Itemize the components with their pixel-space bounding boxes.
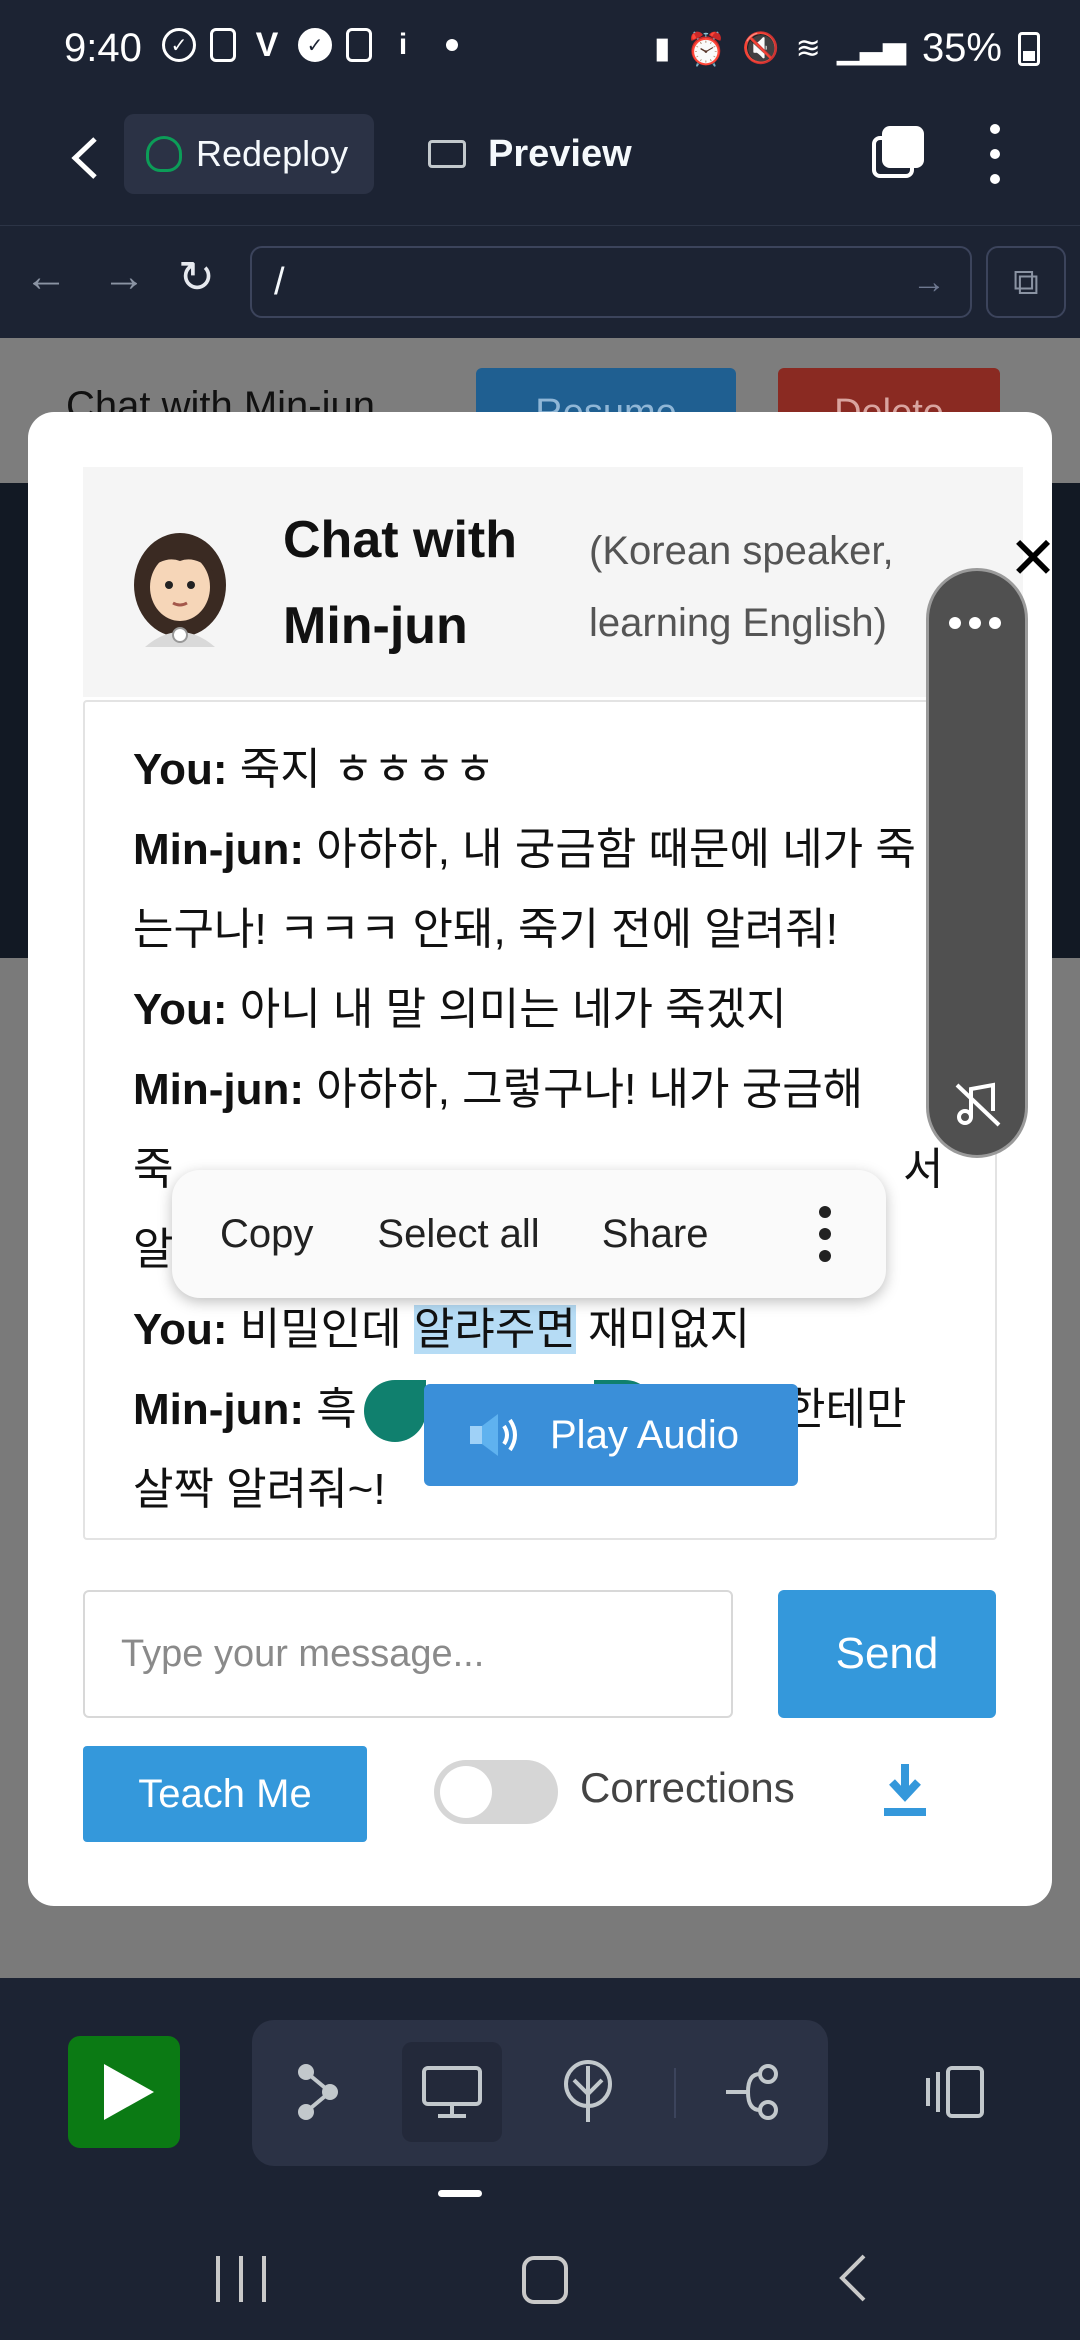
redeploy-label: Redeploy (196, 133, 349, 174)
info-icon: i (398, 28, 408, 61)
preview-tab[interactable]: Preview (428, 114, 632, 194)
back-button[interactable] (54, 128, 114, 188)
chat-message: You: 죽지 ㅎㅎㅎㅎ (133, 745, 495, 794)
play-audio-label: Play Audio (550, 1412, 740, 1457)
run-button[interactable] (68, 2036, 180, 2148)
selection-start-handle[interactable] (364, 1380, 426, 1442)
play-audio-button[interactable]: Play Audio (424, 1384, 798, 1486)
tool-workflow[interactable] (268, 2042, 368, 2142)
deploy-tree-icon (146, 136, 182, 172)
battery-icon (1018, 31, 1040, 66)
deploy-tree-icon (564, 2060, 612, 2122)
selected-text[interactable]: 알랴주면 (413, 1305, 576, 1354)
panel-more-icon[interactable] (949, 617, 1001, 629)
clock: 9:40 (64, 26, 142, 70)
open-external-button[interactable]: ⧉ (986, 246, 1066, 318)
more-options-button[interactable] (980, 124, 1010, 184)
preview-label: Preview (488, 132, 632, 175)
app-bar: Redeploy Preview (0, 100, 1080, 227)
recents-button[interactable] (216, 2256, 266, 2302)
tool-git[interactable] (704, 2042, 804, 2142)
selection-more-button[interactable] (818, 1206, 832, 1262)
workflow-icon (298, 2064, 338, 2120)
send-button[interactable]: Send (778, 1590, 996, 1718)
chevron-left-icon (71, 137, 97, 179)
signal-icon: ▁▃▅ (836, 32, 906, 65)
status-bar: 9:40 ✓ V ✓ i ▮ ⏰ 🔇 ≋ ▁▃▅ 35% (0, 0, 1080, 100)
notification-icons: ✓ V ✓ i (162, 25, 458, 64)
git-branch-icon (726, 2064, 778, 2120)
cup-icon (210, 28, 236, 62)
url-path: / (274, 261, 285, 303)
external-link-icon: ⧉ (1013, 261, 1039, 302)
layout-panels-icon[interactable] (918, 2042, 998, 2142)
audio-off-icon[interactable] (953, 1079, 1003, 1129)
share-button[interactable]: Share (602, 1212, 709, 1257)
nav-forward-arrow-icon[interactable]: → (102, 252, 146, 302)
alarm-icon: ⏰ (686, 30, 727, 67)
verified-icon: ✓ (298, 28, 332, 62)
chat-message: You: 아니 내 말 의미는 네가 죽겠지 (133, 985, 787, 1034)
floating-side-panel[interactable] (926, 568, 1028, 1158)
system-back-button[interactable] (832, 2248, 872, 2308)
redeploy-button[interactable]: Redeploy (124, 114, 374, 194)
teach-me-button[interactable]: Teach Me (83, 1746, 367, 1842)
nav-back-arrow-icon[interactable]: ← (24, 252, 68, 302)
tabs-switcher-button[interactable] (868, 122, 928, 182)
chat-modal: Chat with Min-jun (Korean speaker, learn… (28, 412, 1057, 1906)
chat-message: Min-jun: 아하하, 그렇구나! 내가 궁금해 (133, 1065, 864, 1114)
url-bar: ← → ↻ / → ⧉ (0, 226, 1080, 338)
text-selection-toolbar: Copy Select all Share (172, 1170, 886, 1298)
battery-saver-icon: ▮ (653, 32, 671, 65)
v-icon: V (255, 25, 279, 64)
go-arrow-icon[interactable]: → (912, 248, 946, 316)
chat-message: You: 비밀인데 알랴주면 재미없지 (133, 1305, 750, 1354)
chat-title: Chat with Min-jun (283, 511, 517, 655)
mute-icon: 🔇 (742, 32, 780, 65)
chat-header: Chat with Min-jun (Korean speaker, learn… (83, 467, 1057, 697)
chat-subtitle: (Korean speaker, learning English) (589, 529, 894, 645)
system-navigation-bar (0, 2220, 1080, 2340)
download-icon[interactable] (880, 1760, 930, 1820)
corrections-toggle[interactable] (434, 1760, 558, 1824)
message-input[interactable]: Type your message... (83, 1590, 733, 1718)
check-circle-icon: ✓ (162, 28, 196, 62)
select-all-button[interactable]: Select all (377, 1212, 539, 1257)
tool-group (252, 2020, 828, 2166)
wifi-icon: ≋ (795, 32, 821, 65)
sim-icon (346, 28, 372, 62)
close-button[interactable]: ✕ (1003, 529, 1063, 589)
tool-preview[interactable] (402, 2042, 502, 2142)
monitor-icon (428, 140, 466, 168)
avatar (134, 533, 226, 647)
url-input[interactable]: / → (250, 246, 972, 318)
bottom-toolbar (0, 1980, 1080, 2220)
more-notifications-dot-icon (446, 39, 458, 51)
speaker-icon (470, 1414, 517, 1456)
chat-message: Min-jun: 아하하, 내 궁금함 때문에 네가 죽는구나! ㅋㅋㅋ 안돼,… (133, 825, 916, 954)
home-indicator (438, 2190, 482, 2197)
play-icon (104, 2064, 154, 2120)
tool-deployments[interactable] (538, 2042, 638, 2142)
reload-icon[interactable]: ↻ (178, 252, 215, 303)
home-button[interactable] (522, 2256, 568, 2304)
corrections-label: Corrections (580, 1764, 795, 1811)
monitor-icon (422, 2066, 482, 2118)
copy-button[interactable]: Copy (220, 1212, 313, 1257)
battery-percent: 35% (921, 26, 1002, 70)
system-icons: ▮ ⏰ 🔇 ≋ ▁▃▅ 35% (654, 26, 1040, 71)
close-icon: ✕ (1008, 526, 1058, 591)
